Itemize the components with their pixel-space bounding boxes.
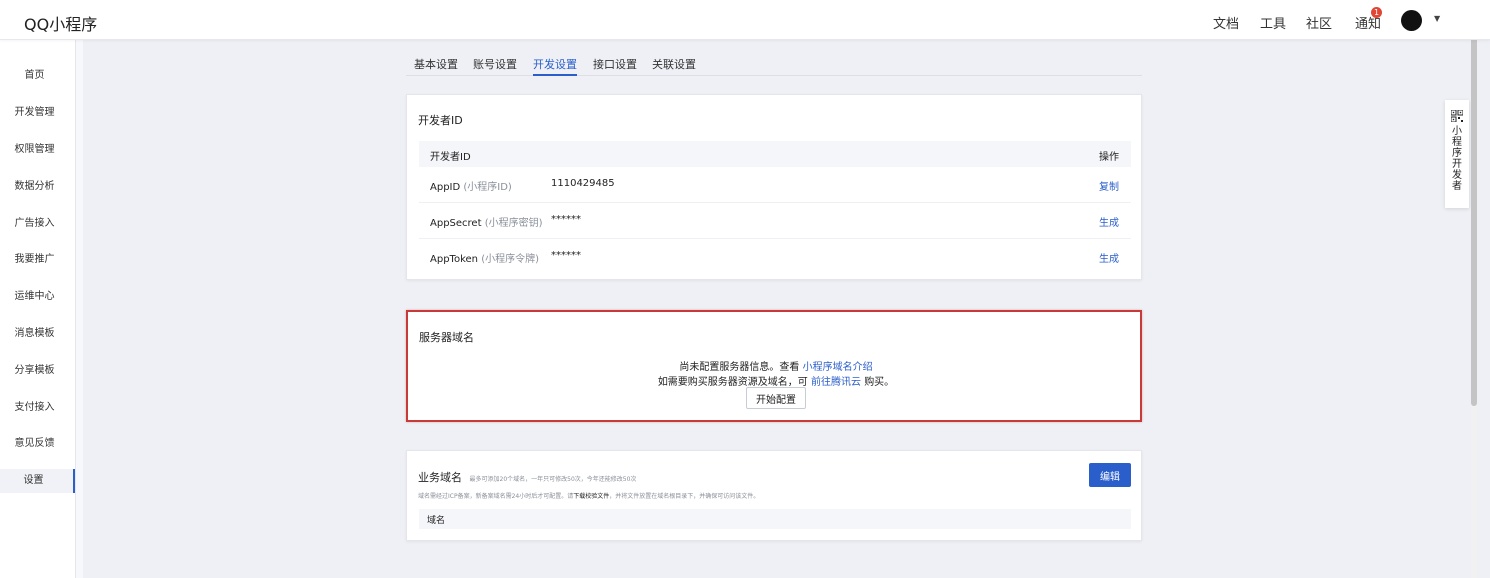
qr-code-icon	[1451, 110, 1463, 122]
sidebar-item-settings[interactable]: 设置	[0, 469, 75, 493]
sidebar-item-ads[interactable]: 广告接入	[0, 212, 75, 236]
nav-tools[interactable]: 工具	[1260, 13, 1286, 32]
server-info-text: 尚未配置服务器信息。查看 小程序域名介绍	[679, 362, 873, 373]
server-domain-card: 服务器域名 尚未配置服务器信息。查看 小程序域名介绍 如需要购买服务器资源及域名…	[406, 310, 1142, 422]
domain-desc: 域名需经过ICP备案，新备案域名需24小时后才可配置。请下载校验文件，并将文件放…	[418, 493, 760, 500]
row-key: AppID (小程序ID)	[430, 182, 512, 193]
row-value: ******	[551, 214, 581, 225]
tab-api[interactable]: 接口设置	[593, 56, 637, 76]
card-title: 开发者ID	[418, 114, 463, 127]
row-key: AppToken (小程序令牌)	[430, 254, 539, 265]
tab-dev[interactable]: 开发设置	[533, 56, 577, 76]
dev-id-card: 开发者ID 开发者ID 操作 AppID (小程序ID) 1110429485 …	[406, 94, 1142, 280]
purchase-text: 如需要购买服务器资源及域名，可 前往腾讯云 购买。	[657, 377, 895, 388]
table-header: 开发者ID 操作	[419, 141, 1131, 167]
sidebar-item-dev-manage[interactable]: 开发管理	[0, 101, 75, 125]
quota-note: 最多可添加20个域名，一年只可修改50次，今年还能修改50次	[469, 476, 637, 483]
tab-linked[interactable]: 关联设置	[652, 56, 696, 76]
float-label: 小程序开发者	[1452, 126, 1462, 192]
generate-link[interactable]: 生成	[1099, 250, 1119, 265]
download-file-link[interactable]: 下载校验文件	[573, 493, 609, 500]
domain-intro-link[interactable]: 小程序域名介绍	[803, 362, 873, 373]
settings-tabs: 基本设置 账号设置 开发设置 接口设置 关联设置	[406, 56, 1142, 76]
tab-basic[interactable]: 基本设置	[414, 56, 458, 76]
notify-badge: 1	[1371, 7, 1382, 18]
chevron-down-icon[interactable]: ▼	[1434, 14, 1440, 23]
sidebar-item-payment[interactable]: 支付接入	[0, 396, 75, 420]
sidebar-item-feedback[interactable]: 意见反馈	[0, 432, 75, 456]
generate-link[interactable]: 生成	[1099, 214, 1119, 229]
row-value: 1110429485	[551, 178, 615, 189]
start-config-button[interactable]: 开始配置	[746, 387, 806, 409]
column-header: 域名	[427, 516, 446, 526]
table-row: AppSecret (小程序密钥) ****** 生成	[419, 203, 1131, 239]
biz-domain-card: 业务域名 最多可添加20个域名，一年只可修改50次，今年还能修改50次 域名需经…	[406, 450, 1142, 541]
app-logo[interactable]: QQ小程序	[24, 11, 97, 35]
dev-tool-float[interactable]: 小程序开发者	[1445, 100, 1469, 208]
table-row: AppID (小程序ID) 1110429485 复制	[419, 167, 1131, 203]
top-bar: QQ小程序 文档 工具 社区 通知 1 ▼	[0, 0, 1490, 40]
scrollbar-thumb[interactable]	[1471, 10, 1477, 406]
card-title: 业务域名 最多可添加20个域名，一年只可修改50次，今年还能修改50次	[418, 471, 637, 484]
avatar[interactable]	[1401, 10, 1422, 31]
tab-account[interactable]: 账号设置	[473, 56, 517, 76]
sidebar-item-ops[interactable]: 运维中心	[0, 285, 75, 309]
table-row: AppToken (小程序令牌) ****** 生成	[419, 239, 1131, 275]
sidebar-item-home[interactable]: 首页	[0, 64, 75, 88]
copy-link[interactable]: 复制	[1099, 178, 1119, 193]
sidebar: 首页 开发管理 权限管理 数据分析 广告接入 我要推广 运维中心 消息模板 分享…	[0, 40, 75, 578]
card-title: 服务器域名	[419, 331, 474, 344]
row-value: ******	[551, 250, 581, 261]
sidebar-divider	[75, 40, 83, 578]
row-key: AppSecret (小程序密钥)	[430, 218, 543, 229]
edit-button[interactable]: 编辑	[1089, 463, 1131, 487]
table-header: 域名	[419, 509, 1131, 529]
tencent-cloud-link[interactable]: 前往腾讯云	[811, 377, 861, 388]
sidebar-item-analytics[interactable]: 数据分析	[0, 175, 75, 199]
column-header: 开发者ID	[430, 152, 471, 163]
sidebar-item-msg-templates[interactable]: 消息模板	[0, 322, 75, 346]
sidebar-item-permissions[interactable]: 权限管理	[0, 138, 75, 162]
sidebar-item-promote[interactable]: 我要推广	[0, 248, 75, 272]
nav-community[interactable]: 社区	[1306, 13, 1332, 32]
column-header: 操作	[1099, 152, 1119, 163]
sidebar-item-share-templates[interactable]: 分享模板	[0, 359, 75, 383]
nav-docs[interactable]: 文档	[1213, 13, 1239, 32]
